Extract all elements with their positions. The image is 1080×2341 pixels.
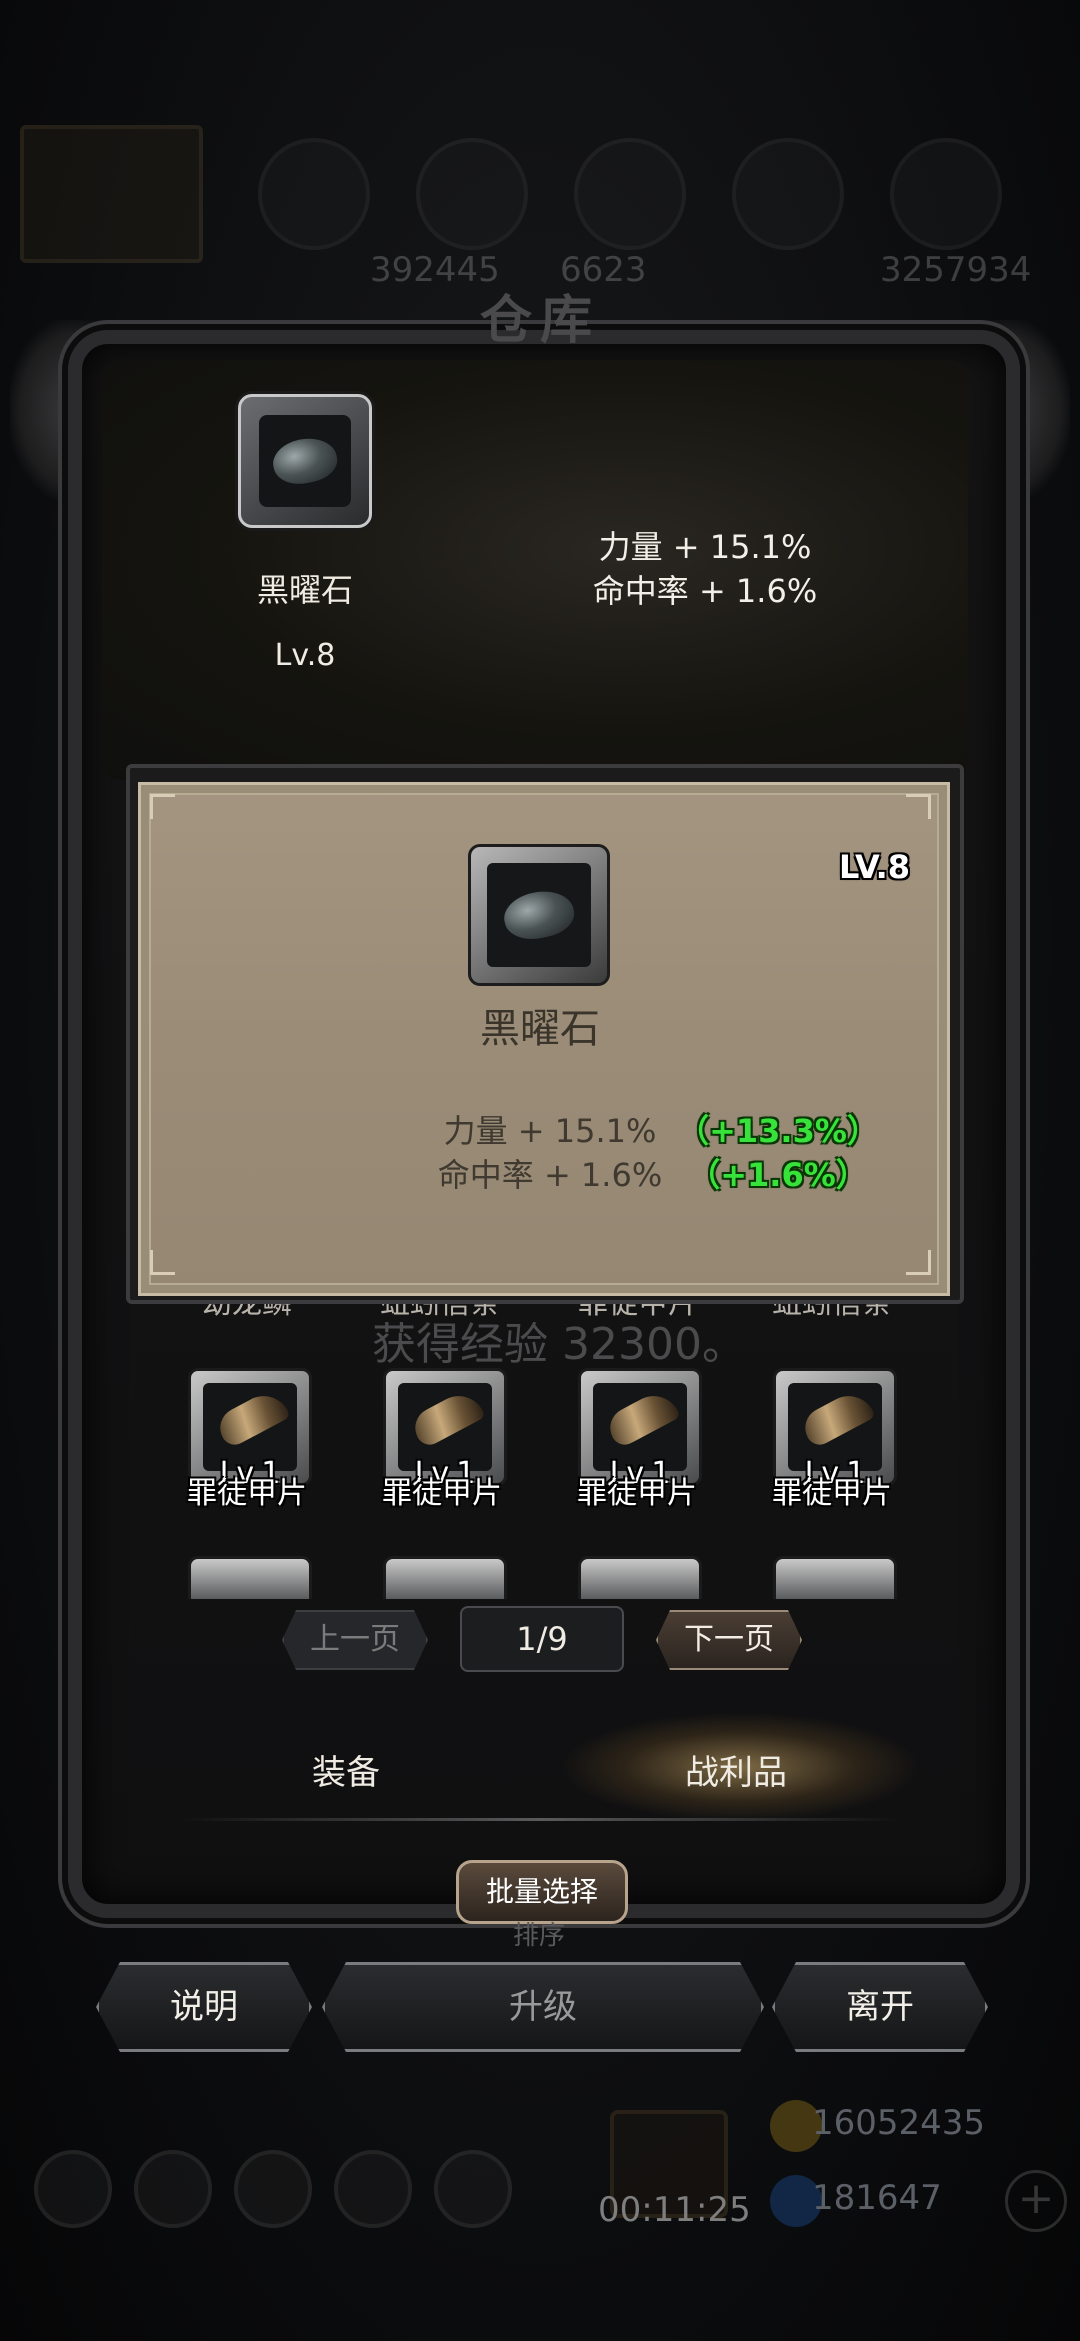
hud-slot-icon (258, 138, 370, 250)
hud-slot-icon (732, 138, 844, 250)
armor-shard-icon (213, 1386, 291, 1450)
player-portrait (20, 125, 203, 263)
sort-button-hidden: 排序 (512, 1921, 565, 1951)
hud-menu-icon (134, 2150, 212, 2228)
obsidian-stone-icon (499, 885, 579, 945)
chest-timer: 00:11:25 (598, 2190, 751, 2230)
slot-item-name: 罪徒甲片 (772, 1476, 892, 1511)
hud-menu-icon (34, 2150, 112, 2228)
armor-shard-icon (798, 1386, 876, 1450)
item-stat-strength: 力量 + 15.1% (598, 528, 812, 566)
inventory-slot-partial[interactable] (188, 1556, 312, 1599)
item-level: Lv.8 (274, 638, 336, 673)
hud-slot-icon (574, 138, 686, 250)
leave-button[interactable]: 离开 (772, 1962, 988, 2052)
page-indicator: 1/9 (460, 1606, 624, 1672)
tooltip-stat-accuracy: 命中率 + 1.6% (437, 1156, 663, 1194)
hud-menu-icon (334, 2150, 412, 2228)
tab-divider (180, 1818, 900, 1821)
explain-button[interactable]: 说明 (96, 1962, 312, 2052)
hud-slot-icon (416, 138, 528, 250)
next-page-button[interactable]: 下一页 (656, 1610, 802, 1670)
card-corner-ornament (906, 794, 931, 819)
tab-equipment[interactable]: 装备 (196, 1745, 496, 1794)
tooltip-item-name: 黑曜石 (480, 1006, 600, 1052)
slot-item-name: 罪徒甲片 (577, 1476, 697, 1511)
card-corner-ornament (150, 1250, 175, 1275)
prev-page-button[interactable]: 上一页 (282, 1610, 428, 1670)
exp-gain-message: 获得经验 32300。 (372, 1319, 746, 1370)
armor-shard-icon (408, 1386, 486, 1450)
card-corner-ornament (906, 1250, 931, 1275)
item-stat-accuracy: 命中率 + 1.6% (592, 572, 818, 610)
add-currency-icon: + (1005, 2170, 1067, 2232)
hud-menu-icon (434, 2150, 512, 2228)
upgrade-button[interactable]: 升级 (322, 1962, 764, 2052)
tab-loot[interactable]: 战利品 (586, 1745, 886, 1794)
slot-item-name: 罪徒甲片 (382, 1476, 502, 1511)
card-corner-ornament (150, 794, 175, 819)
inventory-slot-partial[interactable] (383, 1556, 507, 1599)
tooltip-bonus-accuracy: （+1.6%） (688, 1156, 868, 1194)
inventory-slot-partial[interactable] (578, 1556, 702, 1599)
item-name: 黑曜石 (256, 571, 353, 609)
gold-amount: 16052435 (812, 2103, 986, 2143)
tooltip-bonus-strength: （+13.3%） (677, 1112, 879, 1150)
tooltip-level: LV.8 (838, 848, 910, 886)
obsidian-item-icon[interactable] (238, 394, 372, 528)
inventory-slot-partial[interactable] (773, 1556, 897, 1599)
armor-shard-icon (603, 1386, 681, 1450)
gem-amount: 181647 (812, 2178, 942, 2218)
tooltip-item-icon (468, 844, 610, 986)
slot-item-name: 罪徒甲片 (187, 1476, 307, 1511)
obsidian-stone-icon (269, 432, 341, 490)
window-title: 仓库 (479, 291, 600, 351)
hud-slot-icon (890, 138, 1002, 250)
tooltip-stat-strength: 力量 + 15.1% (443, 1112, 657, 1150)
hud-menu-icon (234, 2150, 312, 2228)
